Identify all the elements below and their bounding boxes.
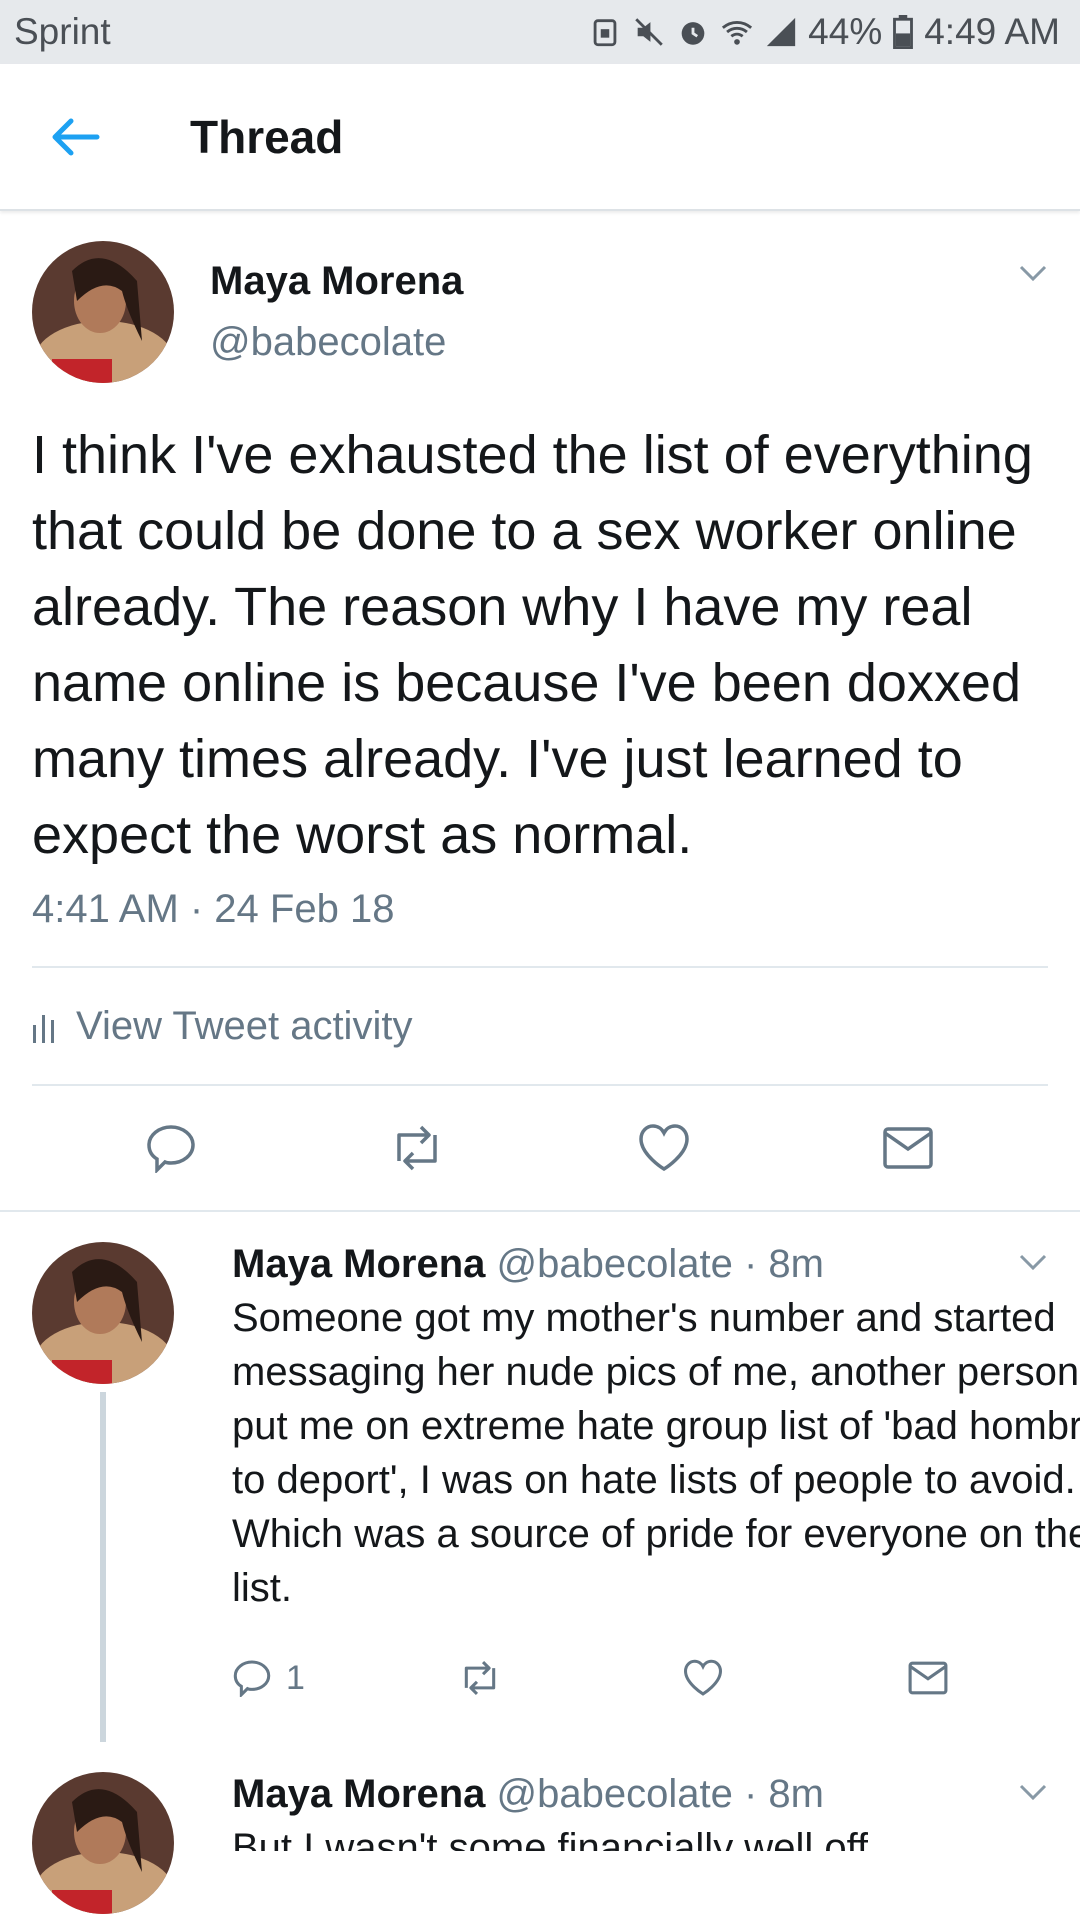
avatar[interactable]: [32, 1772, 174, 1914]
thread-line: [100, 1392, 106, 1742]
reply-body: Maya Morena @babecolate · 8m Someone got…: [232, 1242, 1080, 1742]
chevron-down-icon[interactable]: [1018, 263, 1048, 288]
user-handle[interactable]: @babecolate: [210, 320, 463, 365]
view-tweet-activity-link[interactable]: View Tweet activity: [0, 968, 1080, 1084]
wifi-icon: [722, 21, 753, 45]
reply-left-column: [32, 1242, 174, 1742]
tweet-author: Maya Morena @babecolate: [32, 241, 1048, 383]
reply-meta: Maya Morena @babecolate · 8m: [232, 1772, 868, 1817]
reply-body: Maya Morena @babecolate · 8m But I wasn'…: [232, 1772, 868, 1914]
envelope-icon: [883, 1127, 933, 1169]
retweet-icon: [397, 1125, 437, 1171]
like-button[interactable]: [637, 1123, 691, 1173]
activity-label: View Tweet activity: [76, 1003, 413, 1048]
reply-tweet[interactable]: Maya Morena @babecolate · 8m Someone got…: [0, 1212, 1080, 1742]
heart-icon: [683, 1659, 723, 1696]
reply-button[interactable]: 1: [232, 1659, 457, 1698]
display-name[interactable]: Maya Morena: [232, 1242, 485, 1286]
envelope-icon: [908, 1661, 948, 1695]
status-icons: 44% 4:49 AM: [588, 11, 1060, 53]
chevron-down-icon[interactable]: [1018, 1782, 1048, 1807]
reply-actions: 1: [232, 1653, 1080, 1703]
retweet-icon: [464, 1660, 496, 1696]
alarm-icon: [681, 22, 705, 45]
speech-bubble-icon: [233, 1660, 271, 1697]
author-names: Maya Morena @babecolate: [210, 259, 463, 365]
display-name[interactable]: Maya Morena: [232, 1772, 485, 1816]
tweet-timestamp: 4:41 AM · 24 Feb 18: [32, 887, 395, 931]
avatar[interactable]: [32, 241, 174, 383]
tweet-text: I think I've exhausted the list of every…: [32, 425, 1033, 865]
signal-icon: [767, 17, 796, 47]
reply-meta: Maya Morena @babecolate · 8m: [232, 1242, 1080, 1287]
heart-icon: [639, 1124, 689, 1172]
page-title: Thread: [190, 110, 344, 163]
display-name[interactable]: Maya Morena: [210, 259, 463, 304]
handle-time: @babecolate · 8m: [496, 1772, 824, 1816]
speech-bubble-icon: [147, 1125, 195, 1173]
bar-chart-icon: [33, 1015, 54, 1043]
reply-text: But I wasn't some financially well off: [232, 1826, 869, 1851]
battery-percent: 44%: [808, 11, 883, 52]
tweet-actions: [0, 1086, 1080, 1212]
status-bar: Sprint 44% 4:49 AM: [0, 0, 1080, 64]
lock-icon: [593, 19, 617, 47]
handle-time: @babecolate · 8m: [496, 1242, 824, 1286]
clock: 4:49 AM: [924, 11, 1060, 52]
battery-icon: [893, 15, 914, 49]
reply-text: Someone got my mother's number and start…: [232, 1296, 1080, 1610]
app-header: Thread: [0, 64, 1080, 211]
chevron-down-icon[interactable]: [1018, 1252, 1048, 1277]
direct-message-button[interactable]: [881, 1125, 935, 1171]
retweet-button[interactable]: [457, 1659, 682, 1697]
arrow-left-icon: [52, 118, 100, 155]
mute-icon: [635, 18, 663, 46]
back-button[interactable]: [0, 117, 150, 157]
main-tweet: Maya Morena @babecolate I think I've exh…: [0, 211, 1080, 966]
carrier-label: Sprint: [14, 11, 111, 52]
direct-message-button[interactable]: [907, 1660, 1080, 1696]
reply-tweet[interactable]: Maya Morena @babecolate · 8m But I wasn'…: [0, 1742, 1080, 1914]
reply-count: 1: [286, 1658, 305, 1697]
avatar[interactable]: [32, 1242, 174, 1384]
reply-button[interactable]: [145, 1123, 197, 1173]
like-button[interactable]: [682, 1659, 907, 1697]
retweet-button[interactable]: [387, 1123, 447, 1173]
